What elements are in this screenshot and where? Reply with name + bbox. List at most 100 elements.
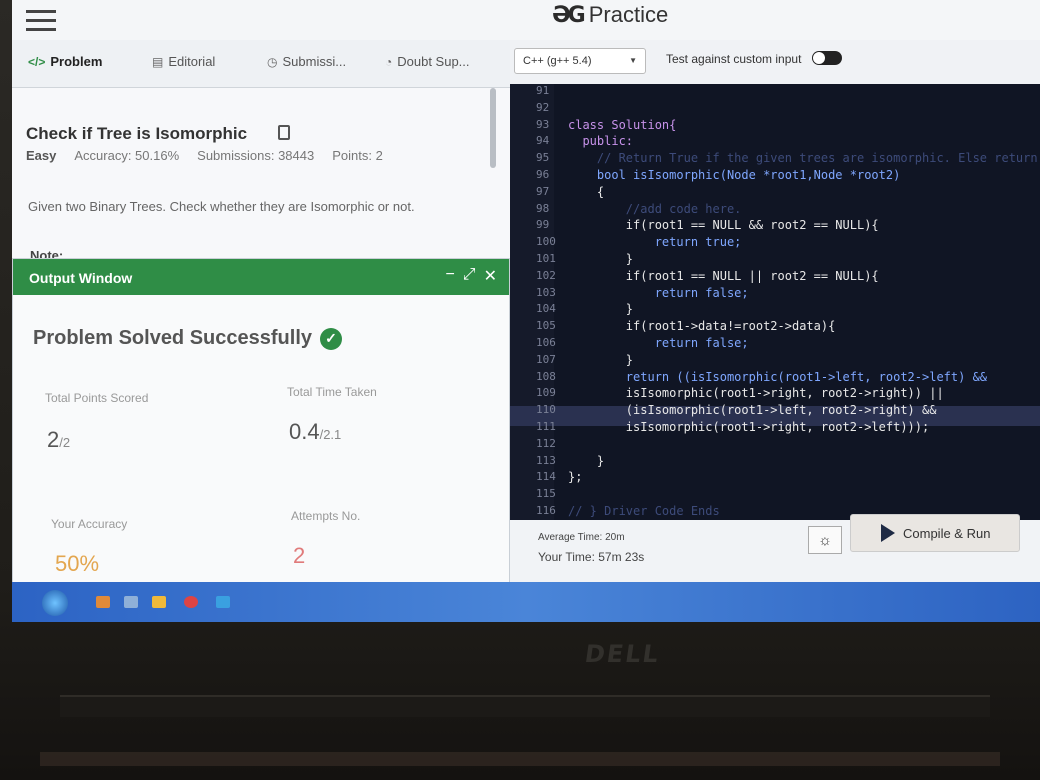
accuracy: Accuracy: 50.16% <box>74 148 180 163</box>
hint-bulb-button[interactable]: ☼ <box>808 526 842 554</box>
code-line: if(root1 == NULL || root2 == NULL){ <box>568 268 879 283</box>
line-number: 112 <box>536 436 556 450</box>
line-number: 115 <box>536 487 556 501</box>
problem-tab-bar: </> Problem ▤ Editorial ◷ Submissi... ◔ … <box>12 40 510 88</box>
points-total: /2 <box>59 435 71 450</box>
code-line: //add code here. <box>568 201 742 216</box>
points-scored: 2 <box>47 427 60 452</box>
clock-icon: ◷ <box>267 54 278 69</box>
your-time: Your Time: 57m 23s <box>538 550 645 564</box>
problem-description: Given two Binary Trees. Check whether th… <box>28 199 415 214</box>
laptop-hinge <box>60 695 990 717</box>
success-text: Problem Solved Successfully <box>33 327 312 349</box>
hamburger-menu-icon[interactable] <box>26 10 56 34</box>
code-line: isIsomorphic(root1->right, root2->right)… <box>568 386 944 401</box>
screen: ƏG Practice </> Problem ▤ Editorial ◷ Su… <box>12 0 1040 622</box>
problem-scrollbar[interactable] <box>490 88 496 168</box>
code-line: // Return True if the given trees are is… <box>568 151 1040 166</box>
editorial-icon: ▤ <box>152 54 164 69</box>
window-controls[interactable]: − ⤢ ✕ <box>445 266 497 286</box>
editor-toolbar: C++ (g++ 5.4) ▼ Test against custom inpu… <box>510 40 1040 84</box>
output-window-title: Output Window <box>29 270 133 286</box>
tab-problem-label: Problem <box>50 54 103 69</box>
output-window-header[interactable]: Output Window − ⤢ ✕ <box>13 259 509 295</box>
success-message: Problem Solved Successfully ✓ <box>33 327 342 350</box>
output-window: Output Window − ⤢ ✕ Problem Solved Succe… <box>12 258 510 583</box>
code-line: { <box>568 184 605 199</box>
start-button-icon[interactable] <box>42 590 68 616</box>
os-taskbar <box>12 582 1040 622</box>
custom-input-toggle[interactable] <box>812 51 842 65</box>
attempts-label: Attempts No. <box>291 509 361 523</box>
code-line: } <box>568 302 634 317</box>
code-line: if(root1 == NULL && root2 == NULL){ <box>568 218 879 233</box>
average-time: Average Time: 20m <box>538 532 625 543</box>
tab-submissions-label: Submissi... <box>282 54 347 69</box>
minimize-icon[interactable]: − <box>445 266 454 286</box>
explorer-icon[interactable] <box>124 596 138 608</box>
points: Points: 2 <box>332 148 383 163</box>
problem-title: Check if Tree is Isomorphic <box>26 124 248 143</box>
submissions: Submissions: 38443 <box>197 148 315 163</box>
time-total: /2.1 <box>319 427 342 442</box>
time-label: Total Time Taken <box>287 385 377 399</box>
time-taken: 0.4 <box>289 419 320 444</box>
code-line: isIsomorphic(root1->right, root2->left))… <box>568 420 930 434</box>
points-label: Total Points Scored <box>45 391 149 405</box>
bulb-icon: ☼ <box>818 531 832 549</box>
tab-doubt-support[interactable]: ◔ Doubt Sup... <box>385 54 470 69</box>
code-icon: </> <box>28 54 46 69</box>
close-icon[interactable]: ✕ <box>484 266 497 286</box>
top-bar: ƏG Practice <box>12 0 1040 40</box>
dell-logo: DELL <box>583 640 662 668</box>
media-player-icon[interactable] <box>96 596 110 608</box>
attempts-value: 2 <box>293 543 306 568</box>
code-line: (isIsomorphic(root1->left, root2->right)… <box>568 403 937 418</box>
tab-editorial[interactable]: ▤ Editorial <box>152 54 215 69</box>
editor-footer: Average Time: 20m Your Time: 57m 23s ☼ C… <box>510 514 1040 582</box>
compile-run-label: Compile & Run <box>903 525 991 541</box>
time-value: 0.4/2.1 <box>289 419 341 445</box>
code-line: return ((isIsomorphic(root1->left, root2… <box>568 369 988 384</box>
doubt-icon: ◔ <box>385 54 393 69</box>
tab-submissions[interactable]: ◷ Submissi... <box>267 54 346 69</box>
caret-down-icon: ▼ <box>629 56 637 65</box>
accuracy-value: 50% <box>55 551 100 576</box>
code-editor[interactable]: 91 92 93 94 95 96 97 98 99 100 101 102 103 104 105 106 1… <box>510 84 1040 520</box>
custom-input-label: Test against custom input <box>666 52 802 66</box>
accuracy-label: Your Accuracy <box>51 517 128 531</box>
brand[interactable]: ƏG Practice <box>552 2 668 28</box>
app-icon[interactable] <box>216 596 230 608</box>
code-line: return true; <box>568 235 742 250</box>
brand-label: Practice <box>588 2 669 27</box>
code-line: bool isIsomorphic(Node *root1,Node *root… <box>568 168 901 182</box>
problem-panel: Check if Tree is Isomorphic Easy Accurac… <box>12 88 510 268</box>
code-line: if(root1->data!=root2->data){ <box>568 319 836 334</box>
line-number: 91 <box>536 84 550 97</box>
compile-run-button[interactable]: Compile & Run <box>850 514 1020 552</box>
difficulty: Easy <box>26 148 57 163</box>
points-value: 2/2 <box>47 427 70 453</box>
code-line: class Solution{ <box>568 117 677 132</box>
language-label: C++ (g++ 5.4) <box>523 55 592 67</box>
line-number: 92 <box>536 100 550 114</box>
tab-editorial-label: Editorial <box>168 54 216 69</box>
check-circle-icon: ✓ <box>320 327 342 350</box>
desk-edge <box>40 752 1000 766</box>
bookmark-icon[interactable] <box>278 125 290 140</box>
code-line: } <box>568 252 634 266</box>
code-line: } <box>568 453 605 468</box>
folder-icon[interactable] <box>152 596 166 608</box>
tab-doubt-label: Doubt Sup... <box>397 54 470 69</box>
code-line: return false; <box>568 336 749 350</box>
chrome-icon[interactable] <box>184 596 198 608</box>
language-select[interactable]: C++ (g++ 5.4) ▼ <box>514 48 646 74</box>
code-line: public: <box>568 134 634 149</box>
gfg-logo-icon: ƏG <box>552 2 586 28</box>
code-line: return false; <box>568 285 749 300</box>
code-line: // } Driver Code Ends <box>568 504 720 518</box>
code-line: } <box>568 352 634 367</box>
tab-problem[interactable]: </> Problem <box>28 54 102 69</box>
problem-meta: Easy Accuracy: 50.16% Submissions: 38443… <box>26 148 383 163</box>
expand-icon[interactable]: ⤢ <box>463 266 476 286</box>
